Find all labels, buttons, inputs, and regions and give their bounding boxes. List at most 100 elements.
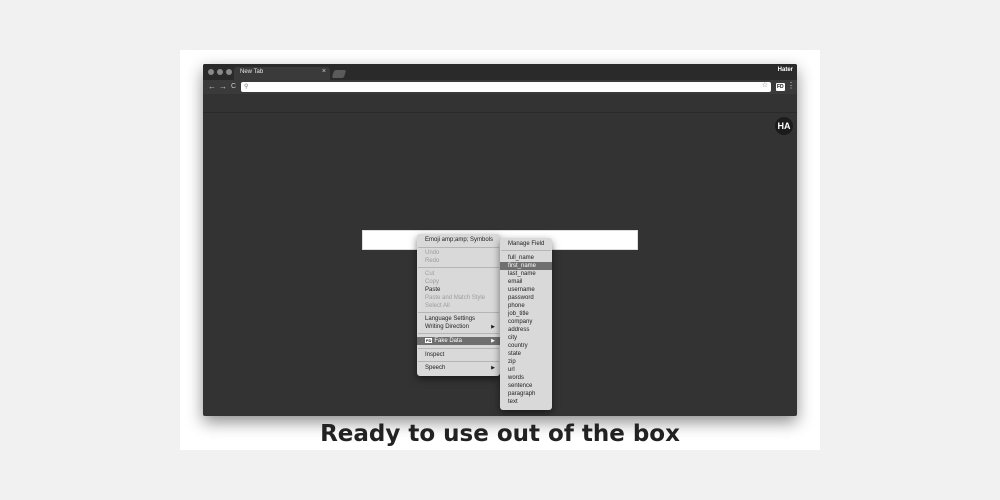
menu-divider: [418, 348, 499, 349]
menu-divider: [418, 267, 499, 268]
submenu-item-sentence[interactable]: sentence: [500, 382, 552, 390]
menu-item-label: Paste and Match Style: [425, 295, 486, 301]
back-arrow-icon[interactable]: ←: [208, 82, 216, 92]
bookmarks-bar: [203, 94, 797, 113]
maximize-window-dot-icon[interactable]: [226, 69, 232, 75]
promo-caption: Ready to use out of the box: [320, 421, 680, 447]
menu-divider: [418, 361, 499, 362]
submenu-item-label: words: [508, 375, 525, 381]
reload-icon[interactable]: C: [231, 82, 236, 92]
menu-item-speech[interactable]: Speech ▶: [417, 364, 500, 372]
tab-new-tab[interactable]: New Tab ×: [234, 67, 330, 80]
browser-window: New Tab × Hater ← → C ⚲ ☆ FD ⋮ HA Emoji …: [203, 64, 797, 416]
submenu-item-username[interactable]: username: [500, 286, 552, 294]
submenu-item-zip[interactable]: zip: [500, 358, 552, 366]
menu-divider: [501, 250, 551, 251]
menu-item-label: Language Settings: [425, 316, 476, 322]
context-menu: Emoji amp;amp; Symbols Undo Redo Cut Cop…: [417, 234, 500, 376]
menu-item-label: Paste: [425, 287, 441, 293]
submenu-item-label: company: [508, 319, 533, 325]
submenu-item-password[interactable]: password: [500, 294, 552, 302]
profile-name[interactable]: Hater: [778, 67, 793, 73]
menu-item-label-wrap: FD Fake Data: [425, 337, 462, 345]
submenu-item-label: password: [508, 295, 534, 301]
submenu-item-label: first_name: [508, 263, 537, 269]
menu-item-label: Speech: [425, 365, 446, 371]
submenu-item-city[interactable]: city: [500, 334, 552, 342]
browser-menu-icon[interactable]: ⋮: [787, 81, 795, 91]
fake-data-extension-icon[interactable]: FD: [776, 83, 785, 91]
menu-item-label: Redo: [425, 258, 440, 264]
menu-item-select-all[interactable]: Select All: [417, 302, 500, 310]
submenu-item-first-name[interactable]: first_name: [500, 262, 552, 270]
ha-logo: HA: [775, 117, 793, 135]
submenu-item-label: phone: [508, 303, 525, 309]
submenu-item-email[interactable]: email: [500, 278, 552, 286]
submenu-item-label: job_title: [508, 311, 529, 317]
fake-data-badge-icon: FD: [425, 337, 433, 343]
menu-item-writing-direction[interactable]: Writing Direction ▶: [417, 323, 500, 331]
submenu-item-manage-field[interactable]: Manage Field: [500, 240, 552, 248]
submenu-item-last-name[interactable]: last_name: [500, 270, 552, 278]
submenu-item-label: zip: [508, 359, 516, 365]
submenu-item-label: username: [508, 287, 535, 293]
menu-item-label: Emoji amp;amp; Symbols: [425, 237, 494, 243]
menu-divider: [418, 247, 499, 248]
submenu-item-label: text: [508, 399, 518, 405]
menu-item-language-settings[interactable]: Language Settings: [417, 315, 500, 323]
close-tab-icon[interactable]: ×: [322, 68, 326, 75]
submenu-item-label: country: [508, 343, 528, 349]
menu-item-label: Select All: [425, 303, 450, 309]
close-window-dot-icon[interactable]: [208, 69, 214, 75]
title-bar: New Tab × Hater: [203, 64, 797, 80]
menu-item-fake-data[interactable]: FD Fake Data ▶: [417, 337, 500, 345]
menu-item-paste[interactable]: Paste: [417, 286, 500, 294]
fake-data-submenu: Manage Field full_name first_name last_n…: [500, 238, 552, 410]
menu-item-copy[interactable]: Copy: [417, 278, 500, 286]
forward-arrow-icon[interactable]: →: [219, 82, 227, 92]
tab-title: New Tab: [240, 69, 264, 75]
submenu-item-address[interactable]: address: [500, 326, 552, 334]
browser-toolbar: ← → C ⚲ ☆ FD ⋮: [203, 80, 797, 94]
menu-item-paste-match-style[interactable]: Paste and Match Style: [417, 294, 500, 302]
search-icon: ⚲: [244, 84, 249, 90]
submenu-arrow-icon: ▶: [491, 324, 495, 330]
menu-item-inspect[interactable]: Inspect: [417, 351, 500, 359]
submenu-item-label: email: [508, 279, 523, 285]
menu-item-undo[interactable]: Undo: [417, 249, 500, 257]
menu-item-label: Fake Data: [434, 338, 463, 344]
submenu-item-company[interactable]: company: [500, 318, 552, 326]
menu-item-label: Inspect: [425, 352, 445, 358]
submenu-item-label: full_name: [508, 255, 535, 261]
menu-divider: [418, 333, 499, 334]
menu-item-cut[interactable]: Cut: [417, 270, 500, 278]
submenu-item-paragraph[interactable]: paragraph: [500, 390, 552, 398]
submenu-item-label: sentence: [508, 383, 533, 389]
menu-item-label: Copy: [425, 279, 440, 285]
menu-item-label: Cut: [425, 271, 435, 277]
submenu-item-state[interactable]: state: [500, 350, 552, 358]
submenu-item-label: url: [508, 367, 515, 373]
submenu-arrow-icon: ▶: [491, 365, 495, 371]
submenu-item-label: paragraph: [508, 391, 536, 397]
submenu-item-url[interactable]: url: [500, 366, 552, 374]
submenu-item-job-title[interactable]: job_title: [500, 310, 552, 318]
submenu-item-label: last_name: [508, 271, 536, 277]
submenu-item-label: Manage Field: [508, 241, 545, 247]
submenu-item-label: address: [508, 327, 530, 333]
submenu-item-label: state: [508, 351, 522, 357]
submenu-item-country[interactable]: country: [500, 342, 552, 350]
menu-item-redo[interactable]: Redo: [417, 257, 500, 265]
new-tab-button[interactable]: [331, 70, 347, 78]
submenu-item-label: city: [508, 335, 517, 341]
bookmark-star-icon[interactable]: ☆: [762, 82, 768, 89]
submenu-arrow-icon: ▶: [491, 338, 495, 344]
menu-item-label: Undo: [425, 250, 440, 256]
submenu-item-phone[interactable]: phone: [500, 302, 552, 310]
menu-item-emoji-symbols[interactable]: Emoji amp;amp; Symbols: [417, 236, 500, 244]
submenu-item-text[interactable]: text: [500, 398, 552, 406]
submenu-item-full-name[interactable]: full_name: [500, 254, 552, 262]
submenu-item-words[interactable]: words: [500, 374, 552, 382]
address-bar[interactable]: ⚲ ☆: [241, 82, 771, 92]
minimize-window-dot-icon[interactable]: [217, 69, 223, 75]
